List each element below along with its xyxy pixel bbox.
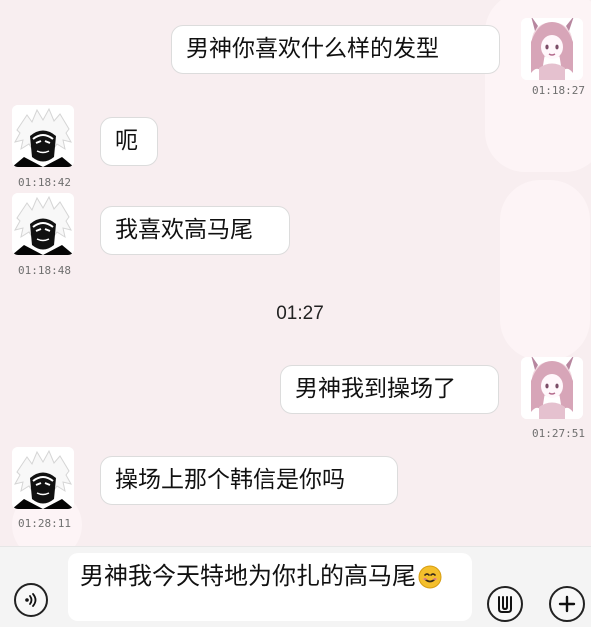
voice-button[interactable] — [14, 583, 48, 617]
user-avatar — [521, 18, 583, 80]
contact-avatar — [12, 193, 74, 255]
message-composer: 男神我今天特地为你扎的高马尾 — [0, 546, 591, 627]
contact-avatar — [12, 105, 74, 167]
contact-avatar — [12, 447, 74, 509]
message-bubble: 我喜欢高马尾 — [100, 206, 290, 255]
plus-icon — [556, 593, 578, 615]
message-input-text: 男神我今天特地为你扎的高马尾 — [80, 562, 416, 590]
message-time: 01:27:51 — [532, 427, 585, 440]
message-time: 01:28:11 — [18, 517, 71, 530]
message-row-left-3: 操场上那个韩信是你吗 01:28:11 — [0, 447, 591, 537]
user-avatar — [521, 357, 583, 419]
message-row-left-2: 我喜欢高马尾 01:18:48 — [0, 193, 591, 278]
message-input[interactable]: 男神我今天特地为你扎的高马尾 — [68, 553, 472, 621]
center-timestamp: 01:27 — [276, 303, 324, 324]
chat-history: 男神你喜欢什么样的发型 01:18:27 呃 01:18:42 我喜欢高马尾 0… — [0, 0, 591, 546]
message-bubble: 男神你喜欢什么样的发型 — [171, 25, 500, 74]
emoji-button[interactable] — [487, 586, 523, 622]
message-time: 01:18:48 — [18, 264, 71, 277]
plus-button[interactable] — [549, 586, 585, 622]
message-bubble: 操场上那个韩信是你吗 — [100, 456, 398, 505]
message-time: 01:18:42 — [18, 176, 71, 189]
message-bubble: 呃 — [100, 117, 158, 166]
message-bubble: 男神我到操场了 — [280, 365, 499, 414]
message-row-right-2: 男神我到操场了 01:27:51 — [0, 357, 591, 447]
emoji-icon — [493, 592, 517, 616]
voice-icon — [22, 591, 40, 609]
smiling-face-icon — [418, 565, 442, 589]
message-row-left-1: 呃 01:18:42 — [0, 105, 591, 190]
message-row-right-1: 男神你喜欢什么样的发型 01:18:27 — [0, 18, 591, 108]
message-time: 01:18:27 — [532, 84, 585, 97]
